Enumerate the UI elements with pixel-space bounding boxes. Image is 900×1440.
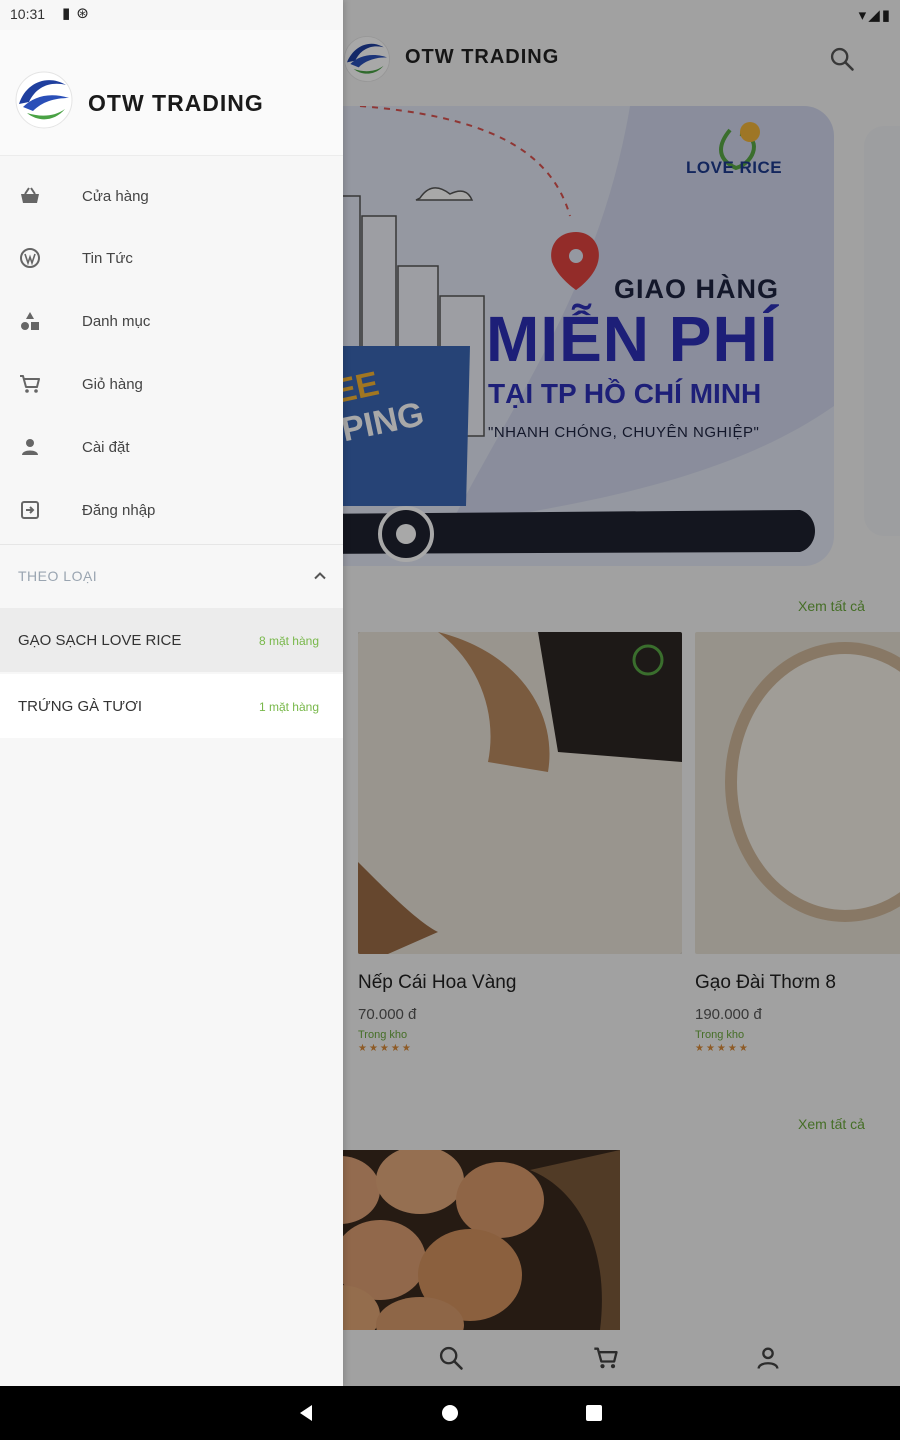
menu-item-settings[interactable]: Cài đặt: [0, 417, 343, 479]
login-icon: [21, 501, 39, 519]
person-icon: [22, 439, 38, 455]
navigation-drawer: 10:31 ▮⊛ OTW TRADING Cửa hàng Tin Tức Da: [0, 0, 343, 1386]
menu-item-store[interactable]: Cửa hàng: [0, 166, 343, 228]
category-count: 1 mặt hàng: [258, 700, 319, 714]
basket-icon: [21, 187, 39, 203]
category-name: GẠO SẠCH LOVE RICE: [18, 632, 182, 649]
drawer-divider: [0, 544, 343, 545]
menu-item-cart[interactable]: Giỏ hàng: [0, 354, 343, 416]
category-name: TRỨNG GÀ TƯƠI: [18, 698, 143, 715]
menu-item-label: Tin Tức: [82, 250, 133, 267]
category-section-header[interactable]: THEO LOẠI: [0, 546, 343, 606]
back-icon[interactable]: [296, 1403, 316, 1423]
category-count: 8 mặt hàng: [258, 634, 319, 648]
status-time: 10:31: [10, 6, 46, 22]
menu-item-label: Giỏ hàng: [82, 376, 143, 393]
wordpress-icon: [20, 248, 40, 268]
drawer-header: OTW TRADING: [0, 30, 343, 156]
drawer-brand-title: OTW TRADING: [88, 90, 264, 116]
menu-item-login[interactable]: Đăng nhập: [0, 480, 343, 542]
category-item-rice[interactable]: GẠO SẠCH LOVE RICE 8 mặt hàng: [0, 608, 343, 672]
chevron-up-icon[interactable]: [310, 566, 330, 586]
system-navigation-bar: [0, 1386, 900, 1440]
category-section-title: THEO LOẠI: [18, 568, 98, 584]
cart-icon: [20, 375, 40, 393]
recents-icon[interactable]: [584, 1403, 604, 1423]
home-icon[interactable]: [440, 1403, 460, 1423]
notification-icons: ▮⊛: [62, 5, 95, 22]
otw-logo-icon: [15, 71, 73, 129]
menu-item-label: Cửa hàng: [82, 188, 149, 205]
menu-item-label: Cài đặt: [82, 439, 130, 456]
category-item-eggs[interactable]: TRỨNG GÀ TƯƠI 1 mặt hàng: [0, 674, 343, 738]
menu-item-news[interactable]: Tin Tức: [0, 228, 343, 290]
menu-item-label: Danh mục: [82, 313, 151, 330]
menu-item-label: Đăng nhập: [82, 502, 156, 519]
menu-item-categories[interactable]: Danh mục: [0, 291, 343, 353]
category-icon: [21, 312, 39, 330]
